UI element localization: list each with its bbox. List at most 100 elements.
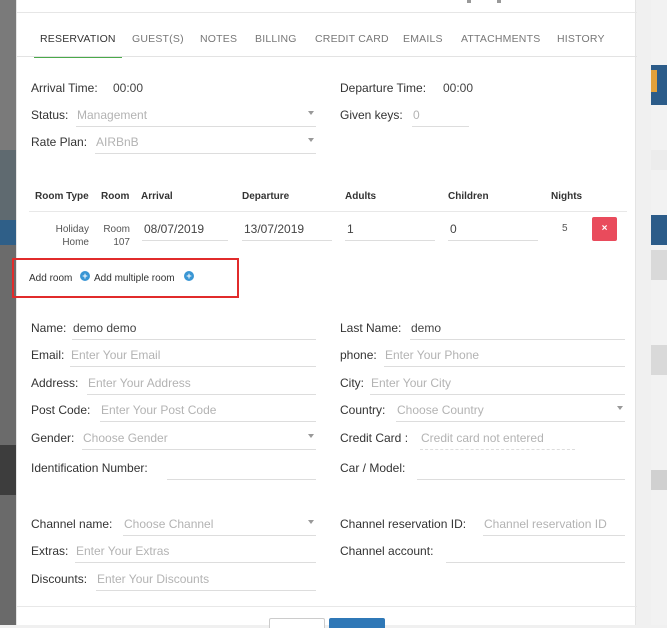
email-label: Email: bbox=[31, 348, 65, 362]
add-room-link[interactable]: Add room bbox=[29, 273, 72, 284]
post-code-field: Post Code: Enter Your Post Code bbox=[31, 398, 321, 422]
departure-time-label: Departure Time: bbox=[340, 81, 427, 95]
rate-plan-field: Rate Plan: AIRBnB bbox=[31, 130, 321, 154]
col-room: Room bbox=[101, 191, 130, 202]
given-keys-input[interactable]: 0 bbox=[412, 103, 469, 127]
country-field: Country: Choose Country bbox=[340, 398, 630, 422]
arrival-time-input[interactable]: 00:00 bbox=[112, 76, 172, 100]
tab-notes[interactable]: NOTES bbox=[200, 26, 237, 56]
tab-credit-card[interactable]: CREDIT CARD bbox=[315, 26, 389, 56]
col-children: Children bbox=[448, 191, 489, 202]
room-type-cell: Holiday Home bbox=[37, 223, 89, 249]
departure-time-input[interactable]: 00:00 bbox=[442, 76, 502, 100]
name-label: Name: bbox=[31, 321, 67, 335]
city-field: City: Enter Your City bbox=[340, 371, 630, 395]
channel-account-input[interactable] bbox=[446, 539, 625, 563]
identification-number-field: Identification Number: bbox=[31, 456, 321, 480]
room-type-line1: Holiday bbox=[55, 224, 89, 235]
table-header-divider bbox=[29, 211, 627, 212]
tab-bar: RESERVATION GUEST(S) NOTES BILLING CREDI… bbox=[17, 26, 637, 58]
tab-attachments[interactable]: ATTACHMENTS bbox=[461, 26, 540, 56]
extras-input[interactable]: Enter Your Extras bbox=[75, 539, 316, 563]
channel-reservation-id-label: Channel reservation ID: bbox=[340, 517, 467, 531]
chevron-down-icon bbox=[308, 434, 314, 438]
rate-plan-select[interactable]: AIRBnB bbox=[95, 130, 316, 154]
phone-label: phone: bbox=[340, 348, 377, 362]
last-name-label: Last Name: bbox=[340, 321, 402, 335]
identification-number-input[interactable] bbox=[167, 456, 316, 480]
country-select[interactable]: Choose Country bbox=[396, 398, 625, 422]
channel-account-field: Channel account: bbox=[340, 539, 630, 563]
delete-room-button[interactable]: × bbox=[592, 217, 617, 241]
tab-emails[interactable]: EMAILS bbox=[403, 26, 443, 56]
room-line2: 107 bbox=[113, 237, 130, 248]
add-room-plus-icon[interactable]: + bbox=[80, 271, 90, 281]
city-input[interactable]: Enter Your City bbox=[370, 371, 625, 395]
credit-card-input[interactable]: Credit card not entered bbox=[420, 426, 575, 450]
gender-label: Gender: bbox=[31, 431, 75, 445]
tab-divider bbox=[17, 56, 637, 57]
channel-reservation-id-input[interactable]: Channel reservation ID bbox=[483, 512, 625, 536]
rate-plan-value: AIRBnB bbox=[96, 135, 139, 149]
channel-account-label: Channel account: bbox=[340, 544, 434, 558]
tab-guests[interactable]: GUEST(S) bbox=[132, 26, 184, 56]
name-input[interactable]: demo demo bbox=[72, 316, 316, 340]
last-name-input[interactable]: demo bbox=[410, 316, 625, 340]
top-edge-marks bbox=[467, 0, 507, 4]
rate-plan-label: Rate Plan: bbox=[31, 135, 88, 149]
tab-history[interactable]: HISTORY bbox=[557, 26, 605, 56]
room-nights-value: 5 bbox=[562, 223, 568, 234]
status-value: Management bbox=[77, 108, 148, 122]
backdrop-right bbox=[651, 0, 667, 625]
room-adults-input[interactable]: 1 bbox=[345, 217, 435, 241]
chevron-down-icon bbox=[308, 111, 314, 115]
identification-number-label: Identification Number: bbox=[31, 461, 148, 475]
cancel-button[interactable] bbox=[269, 618, 325, 628]
room-arrival-input[interactable]: 08/07/2019 bbox=[142, 217, 228, 241]
car-model-field: Car / Model: bbox=[340, 456, 630, 480]
add-multiple-room-plus-icon[interactable]: + bbox=[184, 271, 194, 281]
gender-select[interactable]: Choose Gender bbox=[82, 426, 316, 450]
status-field: Status: Management bbox=[31, 103, 321, 127]
tab-reservation[interactable]: RESERVATION bbox=[34, 26, 122, 58]
room-line1: Room bbox=[103, 224, 130, 235]
channel-reservation-id-field: Channel reservation ID: Channel reservat… bbox=[340, 512, 630, 536]
credit-card-label: Credit Card : bbox=[340, 431, 409, 445]
post-code-label: Post Code: bbox=[31, 403, 91, 417]
save-button[interactable] bbox=[329, 618, 385, 628]
gender-placeholder: Choose Gender bbox=[83, 431, 168, 445]
footer-divider bbox=[17, 606, 637, 607]
city-label: City: bbox=[340, 376, 364, 390]
discounts-field: Discounts: Enter Your Discounts bbox=[31, 567, 321, 591]
address-input[interactable]: Enter Your Address bbox=[87, 371, 316, 395]
phone-field: phone: Enter Your Phone bbox=[340, 343, 630, 367]
credit-card-field: Credit Card : Credit card not entered bbox=[340, 426, 630, 450]
car-model-input[interactable] bbox=[417, 456, 625, 480]
given-keys-field: Given keys: 0 bbox=[340, 103, 630, 127]
col-adults: Adults bbox=[345, 191, 377, 202]
address-label: Address: bbox=[31, 376, 79, 390]
channel-name-label: Channel name: bbox=[31, 517, 113, 531]
col-room-type: Room Type bbox=[35, 191, 89, 202]
room-departure-input[interactable]: 13/07/2019 bbox=[242, 217, 332, 241]
room-type-line2: Home bbox=[62, 237, 89, 248]
discounts-input[interactable]: Enter Your Discounts bbox=[96, 567, 316, 591]
add-multiple-room-link[interactable]: Add multiple room bbox=[94, 273, 175, 284]
phone-input[interactable]: Enter Your Phone bbox=[384, 343, 625, 367]
close-icon: × bbox=[601, 223, 608, 234]
col-nights: Nights bbox=[551, 191, 583, 202]
gender-field: Gender: Choose Gender bbox=[31, 426, 321, 450]
car-model-label: Car / Model: bbox=[340, 461, 406, 475]
post-code-input[interactable]: Enter Your Post Code bbox=[100, 398, 316, 422]
tab-billing[interactable]: BILLING bbox=[255, 26, 297, 56]
country-label: Country: bbox=[340, 403, 386, 417]
email-input[interactable]: Enter Your Email bbox=[70, 343, 316, 367]
room-children-input[interactable]: 0 bbox=[448, 217, 538, 241]
given-keys-label: Given keys: bbox=[340, 108, 403, 122]
col-arrival: Arrival bbox=[141, 191, 173, 202]
status-select[interactable]: Management bbox=[76, 103, 316, 127]
name-field: Name: demo demo bbox=[31, 316, 321, 340]
backdrop-left bbox=[0, 0, 16, 625]
channel-name-select[interactable]: Choose Channel bbox=[123, 512, 316, 536]
chevron-down-icon bbox=[308, 138, 314, 142]
